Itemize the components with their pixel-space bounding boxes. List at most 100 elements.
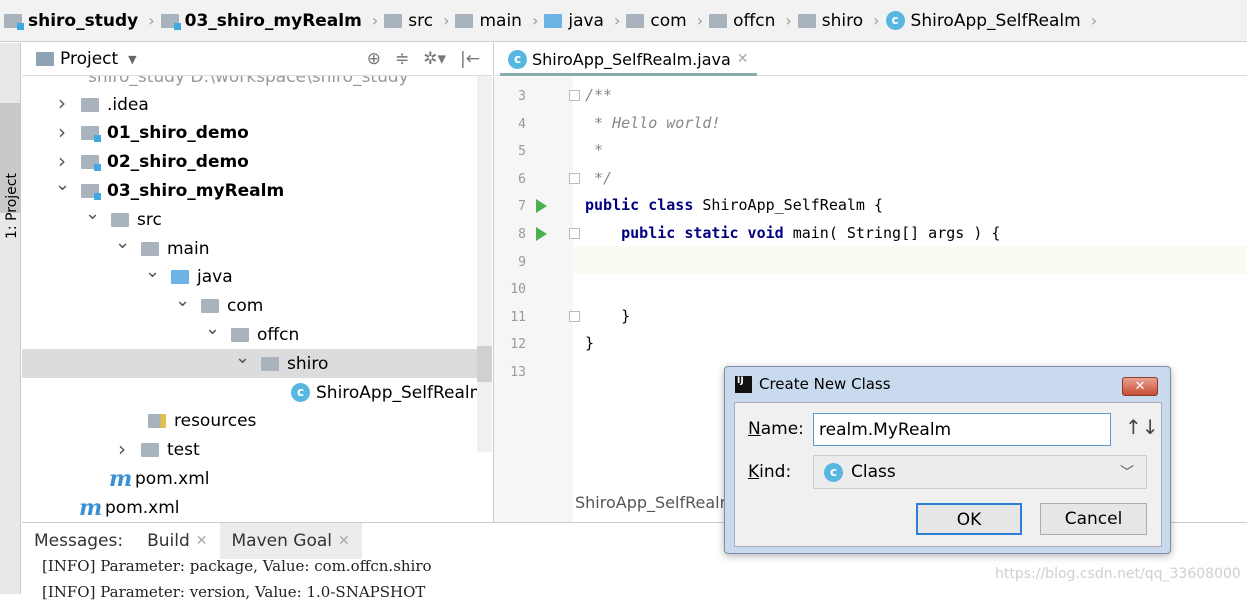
- package-icon: [797, 13, 816, 28]
- folder-icon: [455, 13, 474, 28]
- tree-item-label: test: [167, 440, 200, 461]
- class-icon: c: [824, 462, 843, 482]
- tree-item[interactable]: ⌄ java: [22, 261, 492, 292]
- close-icon[interactable]: ✕: [338, 533, 350, 549]
- source-folder-icon: [544, 13, 563, 28]
- kind-select[interactable]: c Class ﹀: [813, 455, 1147, 489]
- tree-item[interactable]: › .idea: [22, 90, 492, 119]
- tree-item[interactable]: › 01_shiro_demo: [22, 119, 492, 148]
- locate-icon[interactable]: ⊕: [367, 49, 381, 69]
- line-number: 8: [518, 227, 526, 242]
- chevron-down-icon[interactable]: ⌄: [175, 290, 190, 311]
- fold-marker-icon[interactable]: [569, 172, 580, 184]
- close-tab-icon[interactable]: ✕: [737, 51, 749, 67]
- breadcrumb-item[interactable]: main: [455, 11, 522, 31]
- breadcrumb-label: com: [650, 10, 687, 31]
- tab-maven-goal[interactable]: Maven Goal ✕: [219, 523, 362, 559]
- gear-icon[interactable]: ✲▾: [423, 49, 446, 69]
- folder-folder-icon: [141, 443, 159, 458]
- package-folder-icon: [231, 327, 249, 342]
- code-text: ShiroApp_SelfRealm {: [702, 196, 884, 215]
- editor-breadcrumb[interactable]: ShiroApp_SelfRealm: [575, 493, 735, 512]
- chevron-right-icon: ›: [696, 11, 704, 30]
- breadcrumb-item[interactable]: java: [544, 11, 604, 31]
- tree-item[interactable]: ⌄ main: [22, 232, 492, 263]
- tree-item[interactable]: ⌄ com: [22, 290, 492, 321]
- project-view-icon: [36, 52, 54, 66]
- tree-item[interactable]: › test: [22, 436, 492, 465]
- tree-item[interactable]: ⌄ src: [22, 203, 492, 234]
- collapse-all-icon[interactable]: ≑: [395, 49, 409, 69]
- code-text: /**: [585, 86, 613, 104]
- dropdown-icon[interactable]: ▼: [128, 53, 136, 66]
- chevron-right-icon[interactable]: ›: [55, 149, 69, 173]
- tree-item[interactable]: m pom.xml: [22, 493, 492, 522]
- project-view-selector[interactable]: Project: [60, 49, 118, 69]
- tree-item-label: java: [197, 267, 233, 288]
- create-new-class-dialog: IJ Create New Class ✕ Name: ↑↓ Kind: c Cl…: [724, 366, 1171, 554]
- tree-root-partial[interactable]: shiro_study D:\workspace\shiro_study: [22, 76, 492, 91]
- breadcrumb-item[interactable]: 03_shiro_myRealm: [160, 11, 362, 31]
- chevron-down-icon[interactable]: ⌄: [85, 203, 100, 224]
- chevron-down-icon[interactable]: ⌄: [205, 318, 220, 339]
- tree-item[interactable]: ⌄ shiro: [22, 347, 477, 379]
- code-line: public class ShiroApp_SelfRealm {: [585, 196, 883, 214]
- chevron-right-icon[interactable]: ›: [55, 91, 69, 115]
- hide-panel-icon[interactable]: |←: [460, 49, 480, 69]
- module-folder-icon: [4, 13, 24, 30]
- line-number: 13: [510, 365, 526, 380]
- tree-item[interactable]: ⌄ offcn: [22, 318, 492, 349]
- sort-arrows-icon[interactable]: ↑↓: [1125, 415, 1159, 439]
- fold-marker-icon[interactable]: [569, 228, 580, 239]
- tree-item-label: pom.xml: [135, 468, 210, 489]
- fold-marker-icon[interactable]: [569, 90, 580, 101]
- tree-item[interactable]: m pom.xml: [22, 464, 492, 493]
- fold-marker-icon[interactable]: [569, 310, 580, 322]
- java-class-icon: c: [291, 383, 310, 402]
- tab-shiroapp-selfrealm[interactable]: c ShiroApp_SelfRealm.java ✕: [500, 45, 757, 76]
- breadcrumb-item[interactable]: c ShiroApp_SelfRealm: [885, 11, 1081, 31]
- chevron-down-icon[interactable]: ⌄: [145, 261, 160, 282]
- breadcrumb-item[interactable]: shiro: [797, 10, 864, 31]
- chevron-right-icon[interactable]: ›: [115, 437, 129, 461]
- ok-button[interactable]: OK: [916, 503, 1022, 535]
- chevron-right-icon: ›: [371, 11, 379, 30]
- code-line: }: [585, 334, 594, 352]
- breadcrumb-item[interactable]: shiro_study: [4, 11, 138, 31]
- run-icon[interactable]: [536, 227, 547, 241]
- java-class-icon: c: [885, 11, 905, 30]
- chevron-right-icon[interactable]: ›: [55, 120, 69, 144]
- cancel-button[interactable]: Cancel: [1040, 503, 1147, 535]
- chevron-right-icon: ›: [613, 11, 621, 30]
- name-input[interactable]: [813, 413, 1111, 446]
- breadcrumb-item[interactable]: src: [384, 11, 433, 31]
- project-tool-button[interactable]: 1: Project: [0, 103, 21, 239]
- chevron-down-icon[interactable]: ⌄: [55, 174, 70, 195]
- module-folder-icon: [81, 183, 101, 200]
- tree-item[interactable]: ⌄ 03_shiro_myRealm: [22, 174, 492, 205]
- tree-item[interactable]: c ShiroApp_SelfRealm: [22, 378, 492, 407]
- project-scrollbar[interactable]: [477, 76, 492, 452]
- chevron-right-icon: ›: [785, 11, 792, 30]
- chevron-down-icon[interactable]: ⌄: [235, 347, 250, 368]
- maven-icon: m: [79, 494, 103, 521]
- run-icon[interactable]: [536, 199, 547, 214]
- close-icon[interactable]: ✕: [196, 533, 208, 549]
- tree-item[interactable]: › 02_shiro_demo: [22, 148, 492, 177]
- code-text: *: [585, 141, 604, 160]
- java-class-icon: c: [508, 49, 527, 69]
- maven-icon: m: [109, 465, 133, 492]
- chevron-down-icon[interactable]: ⌄: [115, 232, 130, 253]
- breadcrumb-item[interactable]: offcn: [709, 11, 775, 31]
- tree-item[interactable]: resources: [22, 407, 492, 436]
- breadcrumb-label: shiro: [821, 10, 864, 31]
- chevron-right-icon: ›: [148, 11, 155, 30]
- tree-item-label: offcn: [257, 324, 300, 345]
- tab-build[interactable]: Build ✕: [135, 523, 219, 559]
- editor-tab-bar: c ShiroApp_SelfRealm.java ✕: [493, 43, 1247, 76]
- chevron-right-icon: ›: [531, 11, 539, 30]
- module-folder-icon: [81, 155, 101, 172]
- close-button[interactable]: ✕: [1122, 377, 1158, 396]
- breadcrumb-item[interactable]: com: [626, 10, 687, 31]
- line-number: 10: [510, 282, 526, 298]
